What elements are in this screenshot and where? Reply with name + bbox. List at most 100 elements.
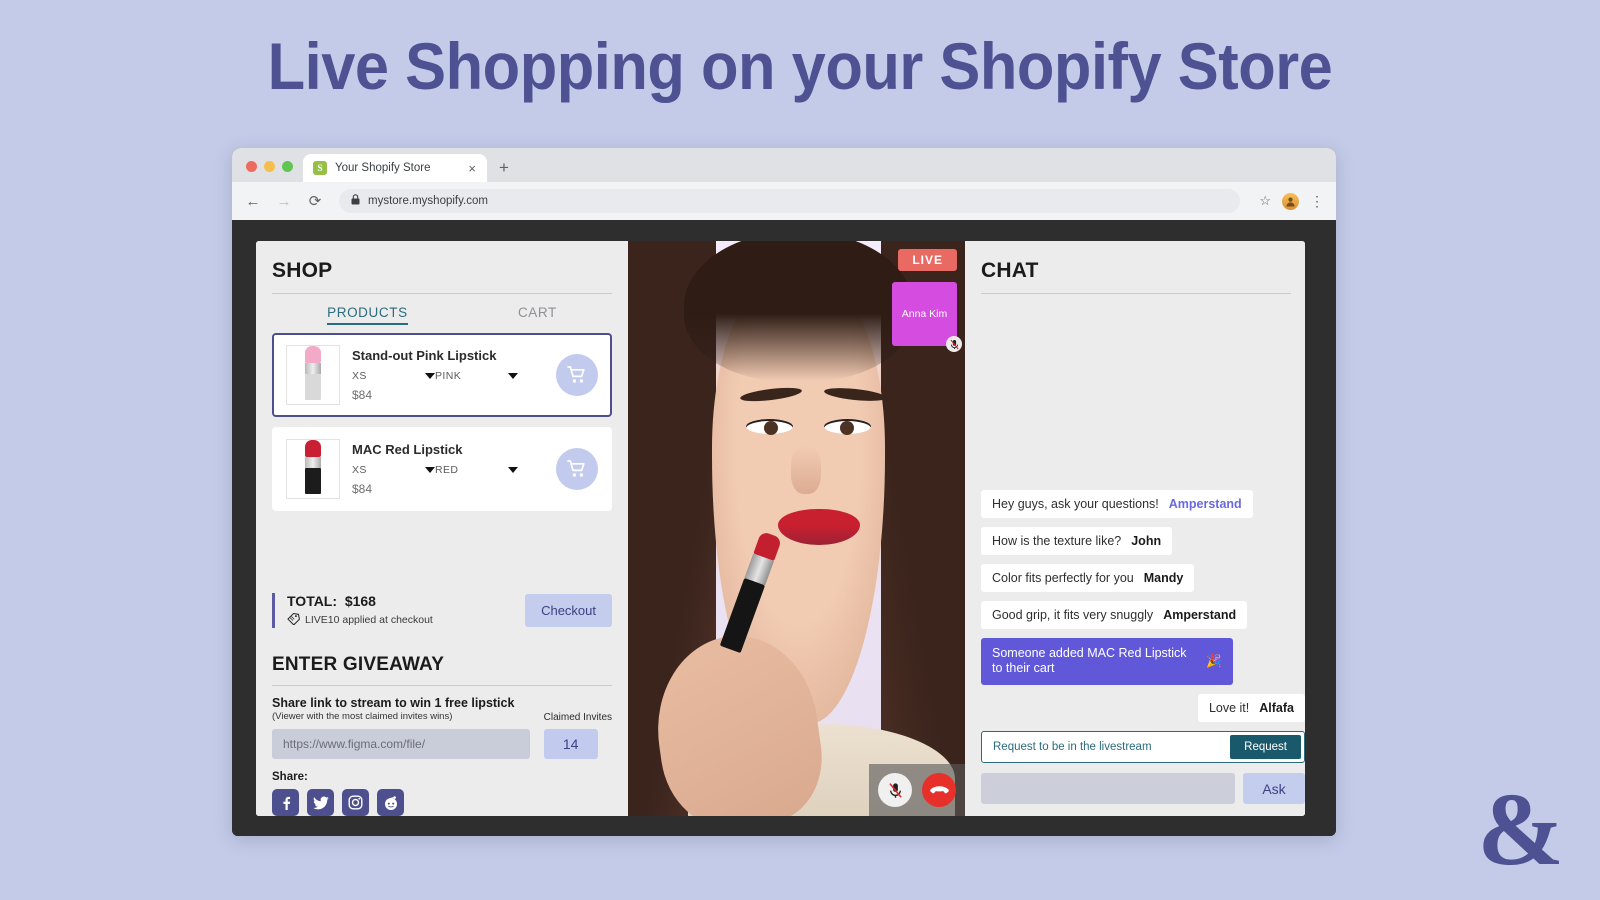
giveaway-main: Share link to stream to win 1 free lipst…	[272, 696, 530, 759]
giveaway-heading: Share link to stream to win 1 free lipst…	[272, 696, 515, 710]
shop-tabs: PRODUCTS CART	[272, 294, 612, 333]
checkout-button[interactable]: Checkout	[525, 594, 612, 627]
chat-message-text: How is the texture like?	[992, 533, 1122, 548]
tab-cart[interactable]: CART	[518, 305, 557, 325]
browser-viewport: SHOP PRODUCTS CART Stand-out Pink Lipsti…	[232, 220, 1336, 836]
chat-message-text: Love it!	[1208, 701, 1250, 715]
giveaway-title: ENTER GIVEAWAY	[272, 654, 445, 675]
lock-icon	[351, 194, 360, 208]
livestream-video[interactable]: LIVE Anna Kim	[628, 241, 965, 816]
reload-button[interactable]: ⟳	[306, 194, 324, 209]
page-title: Live Shopping on your Shopify Store	[267, 29, 1333, 103]
giveaway-subheading: (Viewer with the most claimed invites wi…	[272, 711, 453, 722]
order-total-section: TOTAL: $168 LIVE10 applied at checkout C…	[272, 589, 612, 628]
live-shopping-app: SHOP PRODUCTS CART Stand-out Pink Lipsti…	[256, 241, 1305, 816]
browser-toolbar: ← → ⟳ mystore.myshopify.com ☆ ⋮	[232, 182, 1336, 220]
window-traffic-lights	[244, 161, 303, 182]
browser-tab-title: Your Shopify Store	[335, 162, 431, 174]
product-image-red-lipstick	[286, 439, 340, 499]
total-text-group: TOTAL: $168 LIVE10 applied at checkout	[287, 593, 513, 628]
total-value: $168	[344, 593, 376, 609]
chat-message-author: Mandy	[1143, 570, 1184, 585]
share-link-input[interactable]: https://www.figma.com/file/	[272, 729, 530, 759]
chat-message: How is the texture like? John	[981, 526, 1173, 555]
shopify-favicon-icon: S	[313, 161, 327, 175]
party-popper-icon: 🎉	[1206, 653, 1222, 668]
reddit-icon[interactable]	[377, 789, 404, 816]
product-image-pink-lipstick	[286, 345, 340, 405]
chat-message-author: Alfafa	[1259, 701, 1294, 715]
forward-button[interactable]: →	[275, 194, 293, 209]
color-select[interactable]: RED	[435, 464, 518, 476]
chat-message-text: Good grip, it fits very snuggly	[992, 607, 1154, 622]
claimed-invites-label: Claimed Invites	[543, 712, 612, 723]
product-price: $84	[352, 481, 373, 496]
livestream-request-row[interactable]: Request to be in the livestream Request	[981, 731, 1305, 763]
maximize-window-button[interactable]	[282, 161, 293, 172]
chat-message-author: John	[1131, 533, 1162, 548]
social-share-row	[272, 789, 612, 816]
address-bar[interactable]: mystore.myshopify.com	[339, 189, 1241, 213]
product-variant-row: XS RED	[352, 464, 544, 476]
chevron-down-icon	[425, 372, 435, 379]
back-button[interactable]: ←	[244, 194, 262, 209]
claimed-invites-group: Claimed Invites 14	[543, 712, 612, 759]
chat-notification-text: Someone added MAC Red Lipstick to their …	[992, 645, 1187, 676]
minimize-window-button[interactable]	[264, 161, 275, 172]
chat-message-input[interactable]	[981, 773, 1235, 804]
browser-menu-icon[interactable]: ⋮	[1310, 194, 1324, 208]
color-select[interactable]: PINK	[435, 370, 518, 382]
new-tab-button[interactable]: +	[487, 159, 519, 182]
live-badge: LIVE	[898, 249, 957, 271]
browser-tab[interactable]: S Your Shopify Store ×	[303, 154, 487, 182]
presenter-iris-left	[764, 421, 778, 435]
chat-message: Hey guys, ask your questions! Amperstand	[981, 489, 1253, 518]
chat-message: Color fits perfectly for you Mandy	[981, 563, 1195, 592]
chat-compose-row: Ask	[981, 763, 1305, 816]
giveaway-row: Share link to stream to win 1 free lipst…	[272, 696, 612, 759]
product-card-stand-out-pink-lipstick[interactable]: Stand-out Pink Lipstick XS PINK $84	[272, 333, 612, 417]
presenter-nose	[791, 446, 821, 494]
chat-message: Good grip, it fits very snuggly Ampersta…	[981, 600, 1248, 629]
request-button[interactable]: Request	[1230, 735, 1301, 759]
close-window-button[interactable]	[246, 161, 257, 172]
size-select[interactable]: XS	[352, 370, 435, 382]
presenter-card[interactable]: Anna Kim	[892, 282, 962, 352]
close-tab-icon[interactable]: ×	[465, 162, 479, 175]
add-to-cart-button[interactable]	[556, 448, 598, 490]
size-value: XS	[352, 463, 367, 476]
product-price: $84	[352, 387, 373, 402]
product-card-mac-red-lipstick[interactable]: MAC Red Lipstick XS RED $84	[272, 427, 612, 511]
promo-note: LIVE10 applied at checkout	[287, 612, 513, 628]
ampersand-watermark-logo: &	[1477, 772, 1564, 887]
color-value: RED	[435, 463, 459, 476]
shop-panel: SHOP PRODUCTS CART Stand-out Pink Lipsti…	[256, 241, 628, 816]
presenter-name: Anna Kim	[901, 308, 948, 320]
twitter-icon[interactable]	[307, 789, 334, 816]
bookmark-star-icon[interactable]: ☆	[1259, 193, 1271, 209]
add-to-cart-button[interactable]	[556, 354, 598, 396]
chat-panel-title: CHAT	[981, 259, 1039, 282]
tab-products[interactable]: PRODUCTS	[327, 305, 408, 325]
chat-message: Love it! Alfafa	[1197, 694, 1305, 722]
page-root: Live Shopping on your Shopify Store & S …	[0, 0, 1600, 900]
ask-button[interactable]: Ask	[1243, 773, 1305, 804]
claimed-invites-count: 14	[543, 729, 598, 759]
chevron-down-icon	[508, 372, 518, 379]
presenter-iris-right	[840, 421, 854, 435]
facebook-icon[interactable]	[272, 789, 299, 816]
product-name: Stand-out Pink Lipstick	[352, 348, 497, 364]
browser-tabstrip: S Your Shopify Store × +	[232, 148, 1336, 182]
shop-panel-title: SHOP	[272, 259, 333, 282]
chevron-down-icon	[508, 466, 518, 473]
chat-message-author: Amperstand	[1163, 607, 1237, 622]
end-call-button[interactable]	[922, 773, 956, 807]
browser-window: S Your Shopify Store × + ← → ⟳ mystore.m…	[232, 148, 1336, 836]
chat-message-text: Hey guys, ask your questions!	[992, 496, 1159, 511]
product-name: MAC Red Lipstick	[352, 442, 463, 458]
profile-avatar[interactable]	[1282, 192, 1299, 210]
toolbar-right-actions: ☆ ⋮	[1253, 192, 1324, 210]
instagram-icon[interactable]	[342, 789, 369, 816]
mute-microphone-button[interactable]	[878, 773, 912, 807]
size-select[interactable]: XS	[352, 464, 435, 476]
